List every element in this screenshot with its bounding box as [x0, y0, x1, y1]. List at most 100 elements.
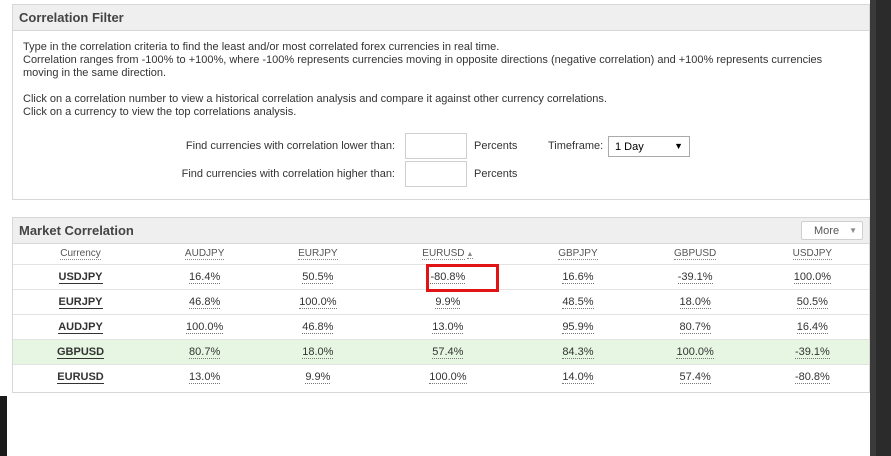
correlation-cell: 100.0% [374, 364, 521, 389]
correlation-cell: 18.0% [261, 339, 375, 365]
currency-link-eurjpy[interactable]: EURJPY [58, 295, 103, 309]
correlation-value-link[interactable]: 18.0% [302, 345, 334, 359]
correlation-value-link[interactable]: 80.7% [189, 345, 221, 359]
correlation-value-link[interactable]: 80.7% [679, 320, 711, 334]
column-header-usdjpy[interactable]: USDJPY [755, 244, 869, 265]
correlation-filter-panel: Correlation Filter Type in the correlati… [12, 4, 870, 200]
column-header-label: Currency [60, 248, 101, 261]
background-edge-left [0, 396, 7, 456]
correlation-cell: -39.1% [755, 339, 869, 365]
correlation-value-link[interactable]: -39.1% [677, 270, 713, 284]
currency-link-audjpy[interactable]: AUDJPY [58, 320, 103, 334]
lower-than-row: Find currencies with correlation lower t… [13, 133, 871, 159]
correlation-cell: 9.9% [374, 289, 522, 315]
column-header-audjpy[interactable]: AUDJPY [148, 244, 262, 265]
timeframe-label: Timeframe: [548, 140, 604, 152]
correlation-cell: -39.1% [634, 264, 756, 290]
correlation-cell: 46.8% [261, 314, 375, 340]
correlation-value-link[interactable]: 95.9% [562, 320, 594, 334]
description-line-3: moving in the same direction. [23, 67, 167, 79]
currency-link-usdjpy[interactable]: USDJPY [58, 270, 103, 284]
higher-than-row: Find currencies with correlation higher … [13, 161, 871, 187]
correlation-cell: 9.9% [261, 364, 374, 389]
filter-description: Type in the correlation criteria to find… [13, 31, 869, 129]
correlation-value-link[interactable]: 84.3% [562, 345, 594, 359]
more-button[interactable]: More ▼ [801, 221, 863, 240]
correlation-value-link[interactable]: -80.8% [794, 370, 830, 384]
correlation-value-link[interactable]: 100.0% [676, 345, 714, 359]
correlation-cell: 57.4% [374, 339, 522, 365]
correlation-value-link[interactable]: 100.0% [429, 370, 467, 384]
higher-than-input[interactable] [405, 161, 467, 187]
timeframe-select[interactable]: 1 Day ▼ [608, 136, 690, 157]
column-header-label: EURJPY [298, 248, 338, 261]
correlation-cell: 100.0% [634, 339, 756, 365]
correlation-value-link[interactable]: 9.9% [435, 295, 461, 309]
description-line-1: Type in the correlation criteria to find… [23, 41, 500, 53]
correlation-cell: 100.0% [148, 314, 262, 340]
description-line-4: Click on a correlation number to view a … [23, 93, 607, 105]
correlation-value-link[interactable]: 16.6% [562, 270, 594, 284]
correlation-cell: 50.5% [261, 264, 375, 290]
column-header-gbpjpy[interactable]: GBPJPY [521, 244, 635, 265]
correlation-value-link[interactable]: 50.5% [796, 295, 828, 309]
chevron-down-icon: ▼ [849, 226, 857, 235]
correlation-cell: 80.7% [634, 314, 756, 340]
row-currency-cell: GBPUSD [13, 339, 149, 365]
currency-link-eurusd[interactable]: EURUSD [57, 370, 104, 384]
column-header-label: USDJPY [792, 248, 833, 261]
correlation-filter-title: Correlation Filter [19, 10, 124, 25]
column-header-label: GBPUSD [674, 248, 717, 261]
market-correlation-title: Market Correlation [19, 223, 134, 238]
correlation-value-link[interactable]: -39.1% [794, 345, 830, 359]
correlation-value-link[interactable]: 100.0% [793, 270, 832, 284]
row-currency-cell: EURUSD [13, 364, 148, 389]
description-line-2: Correlation ranges from -100% to +100%, … [23, 54, 823, 66]
correlation-cell: 57.4% [635, 364, 756, 389]
correlation-cell: 13.0% [374, 314, 522, 340]
currency-link-gbpusd[interactable]: GBPUSD [56, 345, 105, 359]
correlation-value-link[interactable]: 100.0% [299, 295, 337, 309]
column-header-gbpusd[interactable]: GBPUSD [634, 244, 756, 265]
correlation-value-link[interactable]: 50.5% [302, 270, 334, 284]
correlation-value-link[interactable]: 13.0% [432, 320, 464, 334]
sort-ascending-icon: ▲ [466, 251, 474, 260]
correlation-value-link[interactable]: 100.0% [185, 320, 224, 334]
lower-than-label: Find currencies with correlation lower t… [185, 140, 395, 152]
correlation-cell: 80.7% [148, 339, 262, 365]
dropdown-arrow-icon: ▼ [674, 141, 683, 151]
correlation-value-link[interactable]: 14.0% [562, 370, 594, 384]
column-header-eurjpy[interactable]: EURJPY [261, 244, 375, 265]
table-row: EURUSD 13.0% 9.9% 100.0% 14.0% 57.4% -80.8% [13, 364, 869, 389]
correlation-value-link[interactable]: 16.4% [189, 270, 221, 284]
correlation-value-link[interactable]: 16.4% [796, 320, 828, 334]
column-header-label: GBPJPY [558, 248, 598, 261]
row-currency-cell: AUDJPY [13, 314, 149, 340]
correlation-value-link[interactable]: 57.4% [679, 370, 711, 384]
higher-than-unit: Percents [474, 168, 518, 180]
correlation-value-link[interactable]: 48.5% [562, 295, 594, 309]
correlation-value-link[interactable]: 57.4% [432, 345, 464, 359]
background-edge-right [870, 0, 891, 456]
correlation-value-link[interactable]: 46.8% [189, 295, 221, 309]
column-header-eurusd[interactable]: EURUSD ▲ [374, 244, 522, 265]
market-correlation-header: Market Correlation More ▼ [13, 218, 869, 244]
correlation-cell: 46.8% [148, 289, 262, 315]
correlation-value-link[interactable]: 18.0% [679, 295, 711, 309]
row-currency-cell: EURJPY [13, 289, 149, 315]
correlation-cell: 18.0% [634, 289, 756, 315]
correlation-filter-header: Correlation Filter [13, 5, 869, 31]
column-header-currency[interactable]: Currency [13, 244, 149, 265]
correlation-value-link[interactable]: 9.9% [305, 370, 331, 384]
column-header-label: EURUSD [422, 248, 465, 261]
lower-than-input[interactable] [405, 133, 467, 159]
lower-than-unit: Percents [474, 140, 518, 152]
correlation-value-link[interactable]: 46.8% [302, 320, 334, 334]
table-row: EURJPY 46.8% 100.0% 9.9% 48.5% 18.0% 50.5% [13, 289, 869, 315]
correlation-value-link[interactable]: 13.0% [189, 370, 221, 384]
correlation-cell: 95.9% [521, 314, 635, 340]
more-button-label: More [814, 224, 840, 237]
correlation-cell: -80.8% [756, 364, 869, 389]
correlation-cell: 13.0% [148, 364, 261, 389]
correlation-cell: 100.0% [261, 289, 375, 315]
